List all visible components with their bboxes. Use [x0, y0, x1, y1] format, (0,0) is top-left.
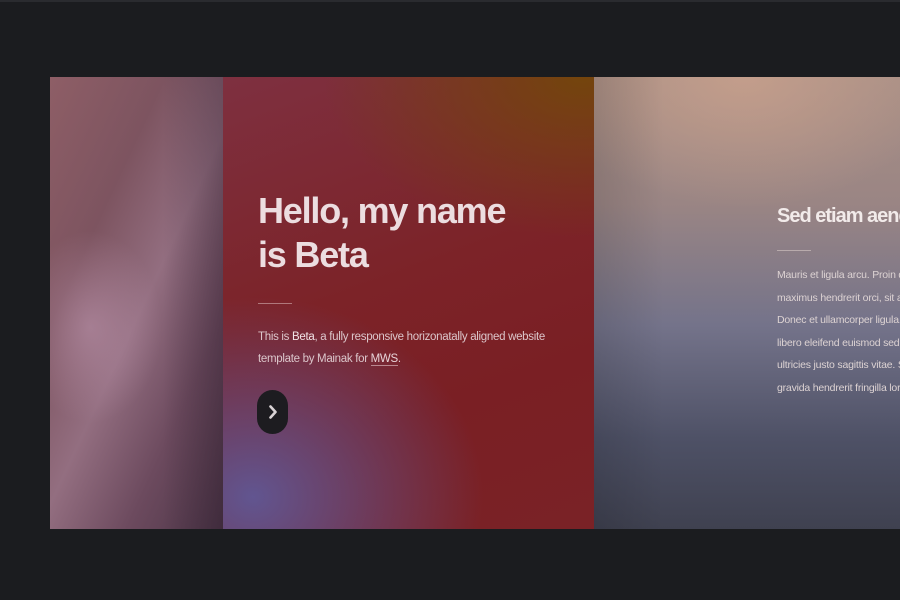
- previous-panel-image: [50, 77, 223, 529]
- chevron-right-icon: [268, 405, 277, 419]
- page: Hello, my name is Beta This is Beta, a f…: [0, 0, 900, 600]
- section-body-line: gravida hendrerit fringilla lorem: [777, 381, 900, 394]
- next-button[interactable]: [257, 390, 288, 434]
- section-body-line: maximus hendrerit orci, sit ame: [777, 291, 900, 304]
- section-body-line: Donec et ullamcorper ligula. Su: [777, 314, 900, 327]
- hero-brand-name: Beta: [292, 331, 315, 343]
- section-body-line: libero eleifend euismod sed tris: [777, 336, 900, 349]
- section-body-line: ultricies justo sagittis vitae. Sed: [777, 359, 900, 372]
- hero-text-intro: This is: [258, 331, 293, 343]
- section-divider: [777, 250, 811, 251]
- mws-link[interactable]: MWS: [370, 353, 398, 366]
- hero-title-line-2: is Beta: [258, 234, 369, 275]
- section-body-line: Mauris et ligula arcu. Proin dap: [777, 269, 900, 281]
- hero-title: Hello, my name is Beta: [258, 189, 578, 277]
- content-panel: Sed etiam aenea Mauris et ligula arcu. P…: [594, 77, 900, 529]
- hero-title-line-1: Hello, my name: [258, 190, 506, 231]
- section-body: Mauris et ligula arcu. Proin dap maximus…: [777, 264, 900, 400]
- hero-divider: [258, 303, 292, 304]
- intro-panel: Hello, my name is Beta This is Beta, a f…: [223, 77, 594, 529]
- top-edge-divider: [0, 0, 900, 2]
- hero-text-end: .: [397, 353, 401, 365]
- hero-description: This is Beta, a fully responsive horizon…: [258, 326, 568, 370]
- section-title: Sed etiam aenea: [777, 205, 900, 227]
